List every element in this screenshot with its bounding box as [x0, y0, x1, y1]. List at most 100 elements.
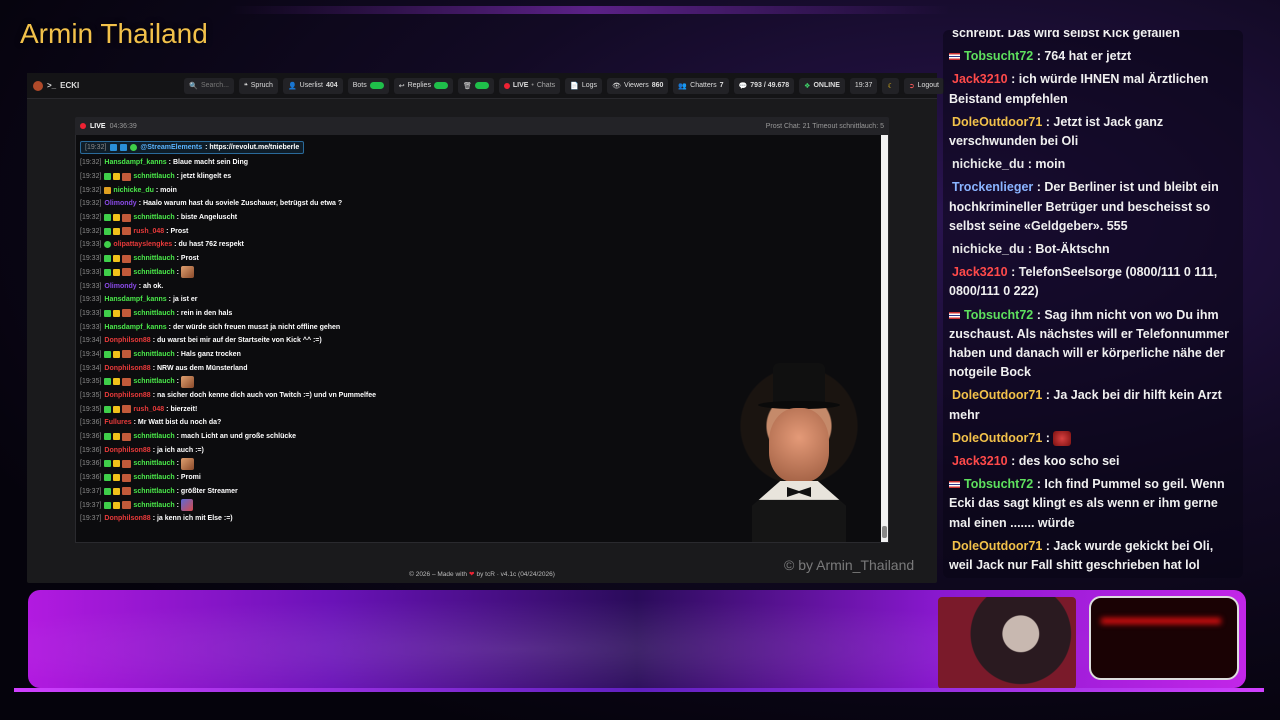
green-badge-icon — [104, 487, 112, 495]
chat-username[interactable]: Hansdampf_kanns — [104, 159, 166, 166]
brand[interactable]: >_ ECKI — [33, 80, 79, 91]
chat-message: [19:33] Olimondy: ah ok. — [80, 279, 720, 293]
stream-duration: 04:36:39 — [109, 122, 137, 130]
chat-username[interactable]: Donphilson88 — [104, 392, 150, 399]
search-input[interactable]: 🔍 Search... — [184, 77, 234, 94]
chat-username[interactable]: schnittlauch — [133, 269, 174, 276]
timestamp: [19:33] — [80, 255, 102, 263]
chat-username[interactable]: rush_048 — [133, 228, 164, 235]
green-badge-icon — [104, 501, 112, 509]
timestamp: [19:32] — [80, 159, 102, 167]
stream-chat-message: Trockenlieger : Der Berliner ist und ble… — [949, 178, 1239, 236]
timestamp: [19:33] — [80, 282, 102, 290]
yellow-badge-icon — [113, 214, 121, 222]
stream-chat-text: : Bot-Äktschn — [1024, 242, 1110, 257]
top-glow — [230, 6, 950, 14]
chat-username[interactable]: schnittlauch — [133, 488, 174, 495]
bots-toggle[interactable]: Bots — [347, 77, 389, 94]
chat-username[interactable]: Olimondy — [104, 283, 136, 290]
chat-username[interactable]: Donphilson88 — [104, 365, 150, 372]
webcam-feed — [938, 597, 1076, 689]
chat-username[interactable]: schnittlauch — [133, 310, 174, 317]
chat-scrollbar[interactable] — [881, 135, 888, 542]
stream-chat-message: Tobsucht72 : Sag ihm nicht von wo Du ihm… — [949, 306, 1239, 383]
yellow-badge-icon — [113, 255, 121, 263]
chat-message: [19:34] Donphilson88: NRW aus dem Münster… — [80, 361, 720, 375]
chat-username[interactable]: Hansdampf_kanns — [104, 324, 166, 331]
chat-message: [19:33] Hansdampf_kanns: der würde sich f… — [80, 320, 720, 334]
stream-chat-text: : — [1042, 430, 1054, 445]
trash-switch[interactable] — [474, 82, 489, 89]
chat-username[interactable]: Donphilson88 — [104, 337, 150, 344]
chat-message: [19:33] olipattayslengkes: du hast 762 re… — [80, 238, 720, 252]
avatar-badge-icon — [122, 405, 132, 414]
chat-username[interactable]: schnittlauch — [133, 502, 174, 509]
spruch-button[interactable]: ❝ Spruch — [238, 77, 278, 94]
chat-message: [19:32] nichicke_du: moin — [80, 183, 720, 197]
footer-pre: © 2026 – Made with — [409, 570, 468, 578]
chat-username[interactable]: Olimondy — [104, 200, 136, 207]
timestamp: [19:36] — [80, 474, 102, 482]
chat-username[interactable]: schnittlauch — [133, 474, 174, 481]
stream-chat-username: Tobsucht72 — [964, 49, 1034, 64]
chat-username[interactable]: Fullures — [104, 419, 131, 426]
theme-toggle[interactable]: ☾ — [882, 77, 899, 94]
chat-username[interactable]: schnittlauch — [133, 255, 174, 262]
chat-username[interactable]: nichicke_du — [113, 187, 153, 194]
chat-username[interactable]: Donphilson88 — [104, 515, 150, 522]
crown-badge-icon — [104, 186, 112, 194]
top-hat — [773, 363, 825, 405]
yellow-badge-icon — [113, 487, 121, 495]
chat-message: [19:37] Donphilson88: ja kenn ich mit Els… — [80, 512, 720, 526]
timestamp: [19:33] — [80, 296, 102, 304]
chat-text: : ja ist er — [168, 296, 198, 304]
chat-username[interactable]: schnittlauch — [133, 378, 174, 385]
userlist-button[interactable]: 👤 Userlist 404 — [282, 77, 343, 94]
trash-toggle[interactable]: 🗑 — [457, 77, 494, 94]
scroll-thumb[interactable] — [882, 526, 887, 538]
pinned-user[interactable]: @StreamElements — [140, 144, 202, 151]
chat-username[interactable]: rush_048 — [133, 406, 164, 413]
stream-chat-username: Trockenlieger — [952, 180, 1034, 195]
stream-chat-username: DoleOutdoor71 — [952, 538, 1043, 553]
stream-chat-message: DoleOutdoor71 : — [949, 429, 1239, 448]
bots-switch[interactable] — [369, 82, 384, 89]
bot-icon — [110, 144, 118, 151]
chat-message: [19:35] rush_048: bierzeit! — [80, 402, 720, 416]
stream-chat-message: DoleOutdoor71 : Ja Jack bei dir hilft ke… — [949, 386, 1239, 424]
chat-username[interactable]: schnittlauch — [133, 214, 174, 221]
chat-message: [19:36] Fullures: Mr Watt bist du noch da… — [80, 416, 720, 430]
chat-header: LIVE 04:36:39 Prost Chat: 21 Timeout sch… — [75, 117, 889, 135]
avatar-badge-icon — [122, 172, 132, 181]
logout-label: Logout — [917, 82, 940, 89]
chat-log[interactable]: [19:32] @StreamElements : https://revolu… — [75, 135, 889, 543]
stream-chat-message: DoleOutdoor71 : Jack wurde gekickt bei O… — [949, 537, 1239, 575]
chat-username[interactable]: schnittlauch — [133, 460, 174, 467]
chat-username[interactable]: schnittlauch — [133, 351, 174, 358]
secondary-camera — [1089, 596, 1239, 680]
messages-value: 793 / 49.678 — [750, 82, 790, 89]
replies-toggle[interactable]: ↩ Replies — [393, 77, 453, 94]
chat-text: : Promi — [176, 474, 201, 482]
chat-username[interactable]: schnittlauch — [133, 173, 174, 180]
chat-username[interactable]: olipattayslengkes — [113, 241, 172, 248]
stream-chat-message: DoleOutdoor71 : Jetzt ist Jack ganz vers… — [949, 113, 1239, 151]
chat-username[interactable]: schnittlauch — [133, 433, 174, 440]
logout-button[interactable]: ➲ Logout — [903, 77, 945, 94]
chat-app-window: >_ ECKI 🔍 Search... ❝ Spruch 👤 Userlist … — [27, 73, 945, 583]
character-portrait — [714, 363, 884, 542]
stream-chat-message: nichicke_du : Bot-Äktschn — [949, 240, 1239, 259]
chat-text: : Blaue macht sein Ding — [168, 159, 249, 167]
logs-button[interactable]: 📄 Logs — [565, 77, 603, 94]
yellow-badge-icon — [113, 268, 121, 276]
search-icon: 🔍 — [189, 82, 198, 90]
clock-time: 19:37 — [854, 82, 873, 89]
replies-switch[interactable] — [433, 82, 448, 89]
chat-message: [19:33] schnittlauch: — [80, 266, 720, 280]
timestamp: [19:35] — [80, 392, 102, 400]
pinned-message: [19:32] @StreamElements : https://revolu… — [80, 141, 305, 154]
live-chats-button[interactable]: LIVE • Chats — [498, 77, 561, 94]
chat-username[interactable]: Hansdampf_kanns — [104, 296, 166, 303]
stream-chat-username: DoleOutdoor71 — [952, 388, 1043, 403]
chat-username[interactable]: Donphilson88 — [104, 447, 150, 454]
